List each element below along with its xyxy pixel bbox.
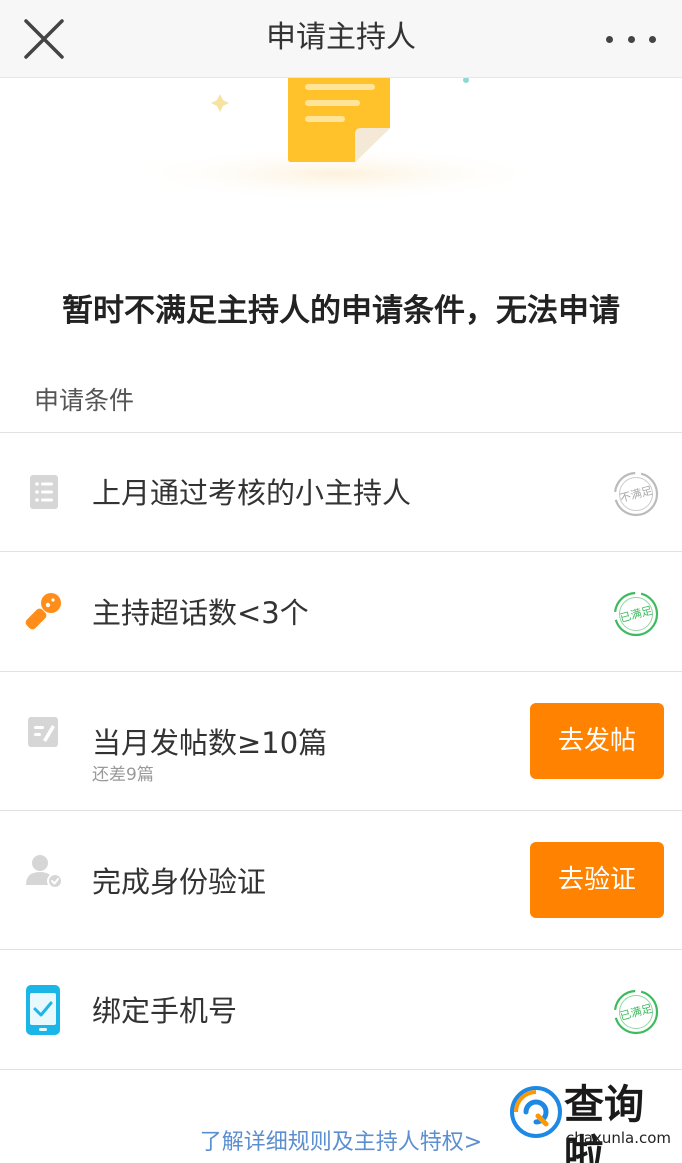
edit-post-icon <box>24 713 64 753</box>
condition-row-identity-verification: 完成身份验证 去验证 <box>0 812 682 950</box>
condition-label: 当月发帖数≥10篇 <box>92 726 328 760</box>
condition-label: 主持超话数<3个 <box>92 596 309 630</box>
svg-text:不满足: 不满足 <box>619 484 654 505</box>
mobile-phone-icon <box>24 983 64 1039</box>
condition-row-supertopic-count: 主持超话数<3个 已满足 <box>0 553 682 672</box>
condition-label: 上月通过考核的小主持人 <box>92 476 412 510</box>
condition-remaining-hint: 还差9篇 <box>92 765 154 785</box>
met-stamp-icon: 已满足 <box>612 988 660 1036</box>
document-list-icon <box>24 473 64 513</box>
svg-text:已满足: 已满足 <box>619 604 654 625</box>
met-stamp-icon: 已满足 <box>612 590 660 638</box>
condition-row-last-month-review: 上月通过考核的小主持人 不满足 <box>0 433 682 552</box>
unmet-stamp-icon: 不满足 <box>612 470 660 518</box>
user-verify-icon <box>24 852 64 892</box>
more-icon[interactable] <box>606 24 656 54</box>
conditions-section-label: 申请条件 <box>34 386 135 415</box>
navigation-bar: 申请主持人 <box>0 0 682 78</box>
condition-row-monthly-posts: 当月发帖数≥10篇 还差9篇 去发帖 <box>0 673 682 811</box>
document-illustration <box>0 77 682 228</box>
svg-text:已满足: 已满足 <box>619 1002 654 1023</box>
condition-label: 绑定手机号 <box>92 994 238 1028</box>
microphone-icon <box>24 591 64 631</box>
magnifier-logo-icon <box>510 1086 562 1138</box>
page-title: 申请主持人 <box>266 20 416 55</box>
watermark-title: 查询啦 <box>564 1081 644 1163</box>
watermark-logo: 查询啦 chaxunla.com <box>508 1080 678 1163</box>
go-post-button[interactable]: 去发帖 <box>530 703 664 779</box>
watermark-domain: chaxunla.com <box>566 1129 671 1147</box>
condition-label: 完成身份验证 <box>92 865 267 899</box>
go-verify-button[interactable]: 去验证 <box>530 842 664 918</box>
condition-row-bind-phone: 绑定手机号 已满足 <box>0 951 682 1070</box>
eligibility-status-message: 暂时不满足主持人的申请条件，无法申请 <box>62 293 620 329</box>
